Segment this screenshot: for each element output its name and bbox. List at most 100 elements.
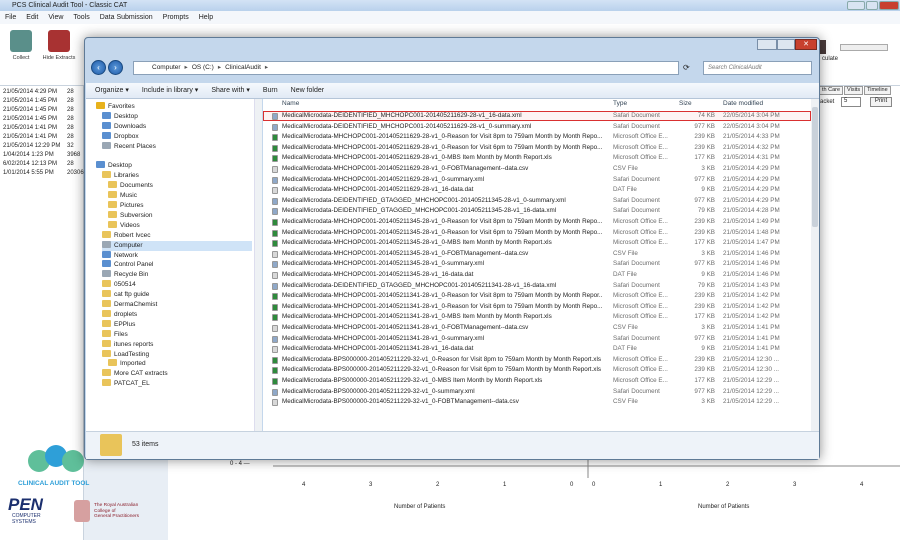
extract-row[interactable]: 21/05/2014 1:45 PM 28 [3, 116, 74, 122]
nav-item[interactable]: Imported [108, 359, 146, 369]
menu-item[interactable]: Edit [26, 14, 38, 21]
file-row[interactable]: MedicalMicrodata-MHCHOPC001-201405211345… [263, 217, 811, 227]
command-button[interactable]: Burn [263, 87, 278, 94]
refresh-icon[interactable]: ⟳ [683, 63, 690, 72]
file-row[interactable]: MedicalMicrodata-MHCHOPC001-201405211629… [263, 132, 811, 142]
file-row[interactable]: MedicalMicrodata-BPS000000-201405211229-… [263, 387, 811, 397]
file-row[interactable]: MedicalMicrodata-MHCHOPC001-201405211629… [263, 175, 811, 185]
nav-item[interactable]: Desktop [102, 111, 138, 122]
column-name[interactable]: Name [282, 99, 299, 109]
file-row[interactable]: MedicalMicrodata-MHCHOPC001-201405211345… [263, 249, 811, 259]
nav-item[interactable]: More CAT extracts [102, 369, 168, 379]
command-button[interactable]: Organize ▾ [95, 87, 129, 94]
nav-item[interactable]: Documents [108, 181, 153, 191]
extract-row[interactable]: 1/04/2014 1:23 PM 3968 [3, 152, 80, 158]
nav-item[interactable]: LoadTesting [102, 349, 149, 360]
file-row[interactable]: MedicalMicrodata-MHCHOPC001-201405211629… [263, 153, 811, 163]
extract-row[interactable]: 21/05/2014 1:45 PM 28 [3, 98, 74, 104]
menu-item[interactable]: Help [199, 14, 213, 21]
explorer-maximize-button[interactable] [777, 39, 795, 50]
column-type[interactable]: Type [613, 99, 627, 109]
nav-item[interactable]: cat ftp guide [102, 290, 149, 300]
extract-row[interactable]: 6/02/2014 12:13 PM 28 [3, 161, 74, 167]
nav-item[interactable]: Libraries [102, 171, 139, 181]
nav-item[interactable]: EPPlus [102, 319, 135, 330]
breadcrumb-item[interactable]: ClinicalAudit [225, 64, 261, 71]
maximize-button[interactable] [866, 1, 878, 10]
nav-item[interactable]: Favorites [96, 102, 135, 112]
file-row[interactable]: MedicalMicrodata-DEIDENTIFIED_GTAGGED_MH… [263, 281, 811, 291]
nav-item[interactable]: Robert Ivcec [102, 230, 151, 241]
file-row[interactable]: MedicalMicrodata-BPS000000-201405211229-… [263, 397, 811, 407]
collect-button[interactable]: Collect [2, 26, 40, 61]
menu-item[interactable]: File [5, 14, 16, 21]
hide-extracts-button[interactable]: Hide Extracts [40, 26, 78, 61]
tab-0[interactable]: th Care [819, 86, 844, 95]
command-button[interactable]: Include in library ▾ [142, 87, 198, 94]
file-row[interactable]: MedicalMicrodata-MHCHOPC001-201405211345… [263, 238, 811, 248]
nav-item[interactable]: 050514 [102, 280, 136, 290]
nav-scrollbar[interactable] [254, 99, 262, 431]
file-scrollbar[interactable] [811, 99, 819, 431]
breadcrumb-item[interactable]: OS (C:) [192, 64, 214, 71]
nav-item[interactable]: DermaChemist [102, 300, 157, 310]
file-row[interactable]: MedicalMicrodata-DEIDENTIFIED_GTAGGED_MH… [263, 196, 811, 206]
nav-item[interactable]: Recycle Bin [102, 270, 148, 280]
file-row[interactable]: MedicalMicrodata-MHCHOPC001-201405211341… [263, 334, 811, 344]
command-button[interactable]: New folder [291, 87, 324, 94]
extract-row[interactable]: 1/01/2014 5:55 PM 20306 [3, 170, 84, 176]
breadcrumb-item[interactable]: Computer [152, 64, 181, 71]
file-row[interactable]: MedicalMicrodata-BPS000000-201405211229-… [263, 355, 811, 365]
menu-item[interactable]: Tools [73, 14, 89, 21]
nav-item[interactable]: Dropbox [102, 131, 139, 142]
tab-1[interactable]: Visits [844, 86, 864, 95]
file-row[interactable]: MedicalMicrodata-DEIDENTIFIED_MHCHOPC001… [263, 111, 811, 121]
nav-item[interactable]: Computer [102, 240, 252, 251]
file-row[interactable]: MedicalMicrodata-MHCHOPC001-201405211341… [263, 291, 811, 301]
explorer-close-button[interactable]: ✕ [795, 39, 817, 50]
nav-item[interactable]: Recent Places [102, 141, 156, 152]
nav-item[interactable]: Files [102, 329, 128, 340]
nav-item[interactable]: Desktop [96, 161, 132, 171]
file-row[interactable]: MedicalMicrodata-MHCHOPC001-201405211345… [263, 259, 811, 269]
file-row[interactable]: MedicalMicrodata-BPS000000-201405211229-… [263, 365, 811, 375]
file-row[interactable]: MedicalMicrodata-MHCHOPC001-201405211629… [263, 143, 811, 153]
nav-item[interactable]: Subversion [108, 210, 153, 221]
nav-item[interactable]: Videos [108, 220, 140, 231]
nav-item[interactable]: PATCAT_EL [102, 379, 150, 389]
search-input[interactable]: Search ClinicalAudit [703, 61, 812, 75]
minimize-button[interactable] [847, 1, 865, 10]
extract-row[interactable]: 21/05/2014 4:29 PM 28 [3, 89, 74, 95]
forward-button[interactable]: › [108, 60, 123, 75]
file-row[interactable]: MedicalMicrodata-BPS000000-201405211229-… [263, 376, 811, 386]
file-row[interactable]: MedicalMicrodata-MHCHOPC001-201405211629… [263, 164, 811, 174]
extract-row[interactable]: 21/05/2014 1:41 PM 28 [3, 134, 74, 140]
nav-item[interactable]: droplets [102, 309, 137, 320]
menu-item[interactable]: Data Submission [100, 14, 153, 21]
file-row[interactable]: MedicalMicrodata-DEIDENTIFIED_MHCHOPC001… [263, 122, 811, 132]
extract-row[interactable]: 21/05/2014 12:29 PM 32 [3, 143, 74, 149]
file-row[interactable]: MedicalMicrodata-MHCHOPC001-201405211341… [263, 323, 811, 333]
back-button[interactable]: ‹ [91, 60, 106, 75]
nav-item[interactable]: itunes reports [102, 339, 153, 350]
column-date[interactable]: Date modified [723, 99, 763, 109]
nav-item[interactable]: Downloads [102, 121, 146, 132]
explorer-minimize-button[interactable] [757, 39, 777, 50]
command-button[interactable]: Share with ▾ [211, 87, 250, 94]
menu-item[interactable]: View [48, 14, 63, 21]
tab-2[interactable]: Timeline [864, 86, 891, 95]
file-row[interactable]: MedicalMicrodata-MHCHOPC001-201405211345… [263, 228, 811, 238]
bracket-input[interactable]: 5 [841, 97, 861, 107]
column-size[interactable]: Size [679, 99, 692, 109]
file-row[interactable]: MedicalMicrodata-MHCHOPC001-201405211629… [263, 185, 811, 195]
explorer-window[interactable]: ✕ ‹ › Computer ▸ OS (C:) ▸ ClinicalAudit ▸ ⟳ … [84, 37, 820, 460]
print-button[interactable]: Print [870, 97, 892, 107]
nav-item[interactable]: Control Panel [102, 260, 153, 270]
extract-row[interactable]: 21/05/2014 1:45 PM 28 [3, 107, 74, 113]
nav-item[interactable]: Music [108, 191, 137, 201]
menu-item[interactable]: Prompts [163, 14, 189, 21]
file-row[interactable]: MedicalMicrodata-MHCHOPC001-201405211341… [263, 302, 811, 312]
file-row[interactable]: MedicalMicrodata-MHCHOPC001-201405211341… [263, 344, 811, 354]
nav-item[interactable]: Network [102, 250, 138, 261]
file-row[interactable]: MedicalMicrodata-MHCHOPC001-201405211345… [263, 270, 811, 280]
